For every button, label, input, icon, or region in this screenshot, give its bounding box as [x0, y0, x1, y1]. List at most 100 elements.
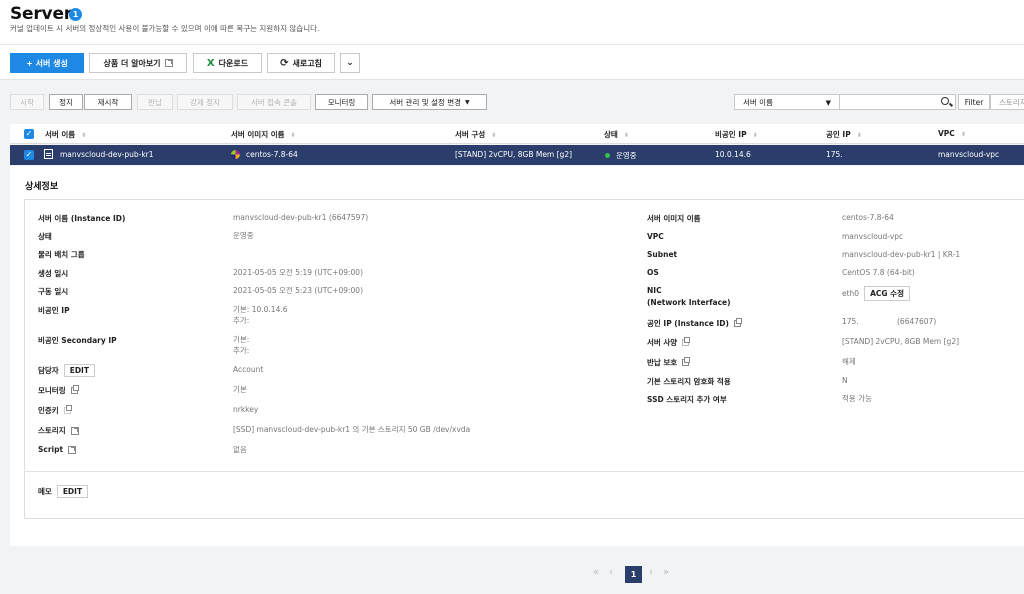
- column-header-status[interactable]: 상태 ⬍: [604, 129, 629, 140]
- value-nic: eth0 ACG 수정: [842, 286, 910, 301]
- table-header: ✓ 서버 이름 ⬍ 서버 이미지 이름 ⬍ 서버 구성 ⬍ 상태 ⬍ 비공인 IP ⬍ 공…: [10, 124, 1024, 144]
- popup-icon[interactable]: [63, 405, 72, 414]
- column-header-private-ip[interactable]: 비공인 IP ⬍: [715, 129, 758, 140]
- learn-more-button[interactable]: 상품 더 알아보기: [89, 53, 187, 73]
- edit-owner-button[interactable]: EDIT: [63, 364, 95, 377]
- cell-spec: [STAND] 2vCPU, 8GB Mem [g2]: [455, 150, 573, 159]
- label-image-name: 서버 이미지 이름: [647, 214, 701, 223]
- value-secondary-ip-extra: 추가:: [233, 346, 250, 355]
- filter-button[interactable]: Filter: [958, 94, 990, 110]
- label-started-at: 구동 일시: [38, 287, 69, 296]
- refresh-icon: ⟳: [280, 57, 289, 69]
- cell-public-ip: 175.: [826, 150, 843, 159]
- cell-private-ip: 10.0.14.6: [715, 150, 751, 159]
- divider: [24, 471, 1024, 472]
- search-input[interactable]: [840, 94, 956, 110]
- value-private-ip: 기본: 10.0.14.6: [233, 305, 288, 314]
- page-header: [0, 0, 1024, 44]
- label-placement-group: 물리 배치 그룹: [38, 250, 85, 259]
- label-ssd-add: SSD 스토리지 추가 여부: [647, 395, 727, 404]
- info-badge[interactable]: 1: [69, 8, 82, 21]
- value-secondary-ip: 기본:: [233, 335, 250, 344]
- sort-icon: ⬍: [960, 131, 966, 138]
- create-server-button[interactable]: + 서버 생성: [10, 53, 84, 73]
- external-link-icon: [164, 59, 173, 67]
- label-private-ip: 비공인 IP: [38, 306, 70, 315]
- label-storage: 스토리지: [38, 425, 79, 436]
- value-monitoring: 기본: [233, 385, 247, 394]
- popup-icon[interactable]: [682, 357, 691, 366]
- value-owner: Account: [233, 365, 264, 374]
- row-checkbox[interactable]: ✓: [24, 150, 34, 160]
- cell-image-name: centos-7.8-64: [246, 150, 298, 159]
- cell-server-name: manvscloud-dev-pub-kr1: [60, 150, 154, 159]
- sort-icon: ⬍: [491, 132, 497, 139]
- label-status: 상태: [38, 232, 52, 241]
- excel-icon: X: [206, 57, 215, 69]
- value-subnet: manvscloud-dev-pub-kr1 | KR-1: [842, 250, 961, 259]
- sort-icon: ⬍: [752, 132, 758, 139]
- acg-edit-button[interactable]: ACG 수정: [864, 286, 910, 301]
- monitoring-button[interactable]: 모니터링: [315, 94, 368, 110]
- storage-filter-input[interactable]: 스토리지: [990, 94, 1024, 110]
- prev-page-icon[interactable]: ‹: [609, 567, 613, 578]
- value-os: CentOS 7.8 (64-bit): [842, 268, 915, 277]
- label-memo: 메모 EDIT: [38, 485, 89, 498]
- return-button[interactable]: 반납: [137, 94, 173, 110]
- page-title: Server: [10, 4, 72, 24]
- next-page-icon[interactable]: ›: [649, 567, 653, 578]
- value-encryption: N: [842, 376, 848, 385]
- value-status: 운영중: [233, 231, 254, 240]
- column-header-name[interactable]: 서버 이름 ⬍: [45, 129, 86, 140]
- label-encryption: 기본 스토리지 암호화 적용: [647, 377, 731, 386]
- stop-button[interactable]: 정지: [49, 94, 83, 110]
- value-created-at: 2021-05-05 오전 5:19 (UTC+09:00): [233, 268, 363, 277]
- sort-icon: ⬍: [856, 132, 862, 139]
- value-vpc: manvscloud-vpc: [842, 232, 904, 241]
- label-auth-key: 인증키: [38, 405, 72, 416]
- last-page-icon[interactable]: »: [663, 567, 669, 578]
- column-header-image[interactable]: 서버 이미지 이름 ⬍: [231, 129, 296, 140]
- force-stop-button[interactable]: 강제 정지: [177, 94, 233, 110]
- first-page-icon[interactable]: «: [593, 567, 599, 578]
- value-private-ip-extra: 추가:: [233, 316, 250, 325]
- value-started-at: 2021-05-05 오전 5:23 (UTC+09:00): [233, 286, 363, 295]
- more-dropdown-button[interactable]: ⌄: [340, 53, 360, 73]
- popup-icon[interactable]: [733, 318, 742, 327]
- label-script: Script: [38, 445, 77, 454]
- column-header-spec[interactable]: 서버 구성 ⬍: [455, 129, 496, 140]
- label-owner: 담당자 EDIT: [38, 364, 95, 377]
- column-header-vpc[interactable]: VPC ⬍: [938, 129, 966, 138]
- label-created-at: 생성 일시: [38, 269, 69, 278]
- column-header-public-ip[interactable]: 공인 IP ⬍: [826, 129, 862, 140]
- detail-title: 상세정보: [25, 182, 59, 192]
- caret-down-icon: ▼: [825, 99, 831, 107]
- cell-vpc: manvscloud-vpc: [938, 150, 1000, 159]
- current-page[interactable]: 1: [625, 566, 642, 583]
- search-icon[interactable]: [941, 97, 949, 105]
- pagination: « ‹ 1 › »: [0, 565, 1024, 585]
- start-button[interactable]: 시작: [10, 94, 44, 110]
- value-server-spec: [STAND] 2vCPU, 8GB Mem [g2]: [842, 337, 960, 346]
- popup-icon[interactable]: [70, 385, 79, 394]
- refresh-button[interactable]: ⟳ 새로고침: [267, 53, 335, 73]
- value-auth-key: nrkkey: [233, 405, 259, 414]
- label-vpc: VPC: [647, 232, 664, 241]
- restart-button[interactable]: 재시작: [84, 94, 132, 110]
- label-nic: NIC: [647, 286, 662, 295]
- value-image-name: centos-7.8-64: [842, 213, 894, 222]
- sort-icon: ⬍: [623, 132, 629, 139]
- download-button[interactable]: X 다운로드: [193, 53, 262, 73]
- sort-icon: ⬍: [81, 132, 87, 139]
- table-row[interactable]: ✓ manvscloud-dev-pub-kr1 centos-7.8-64 […: [10, 145, 1024, 165]
- external-link-icon[interactable]: [68, 445, 77, 454]
- value-script: 없음: [233, 445, 247, 454]
- select-all-checkbox[interactable]: ✓: [24, 129, 34, 139]
- console-button[interactable]: 서버 접속 콘솔: [237, 94, 311, 110]
- manage-dropdown-button[interactable]: 서버 관리 및 설정 변경 ▼: [372, 94, 487, 110]
- external-link-icon[interactable]: [70, 426, 79, 435]
- edit-memo-button[interactable]: EDIT: [56, 485, 89, 498]
- search-field-select[interactable]: 서버 이름 ▼: [734, 94, 840, 110]
- label-monitoring: 모니터링: [38, 385, 79, 396]
- popup-icon[interactable]: [682, 337, 691, 346]
